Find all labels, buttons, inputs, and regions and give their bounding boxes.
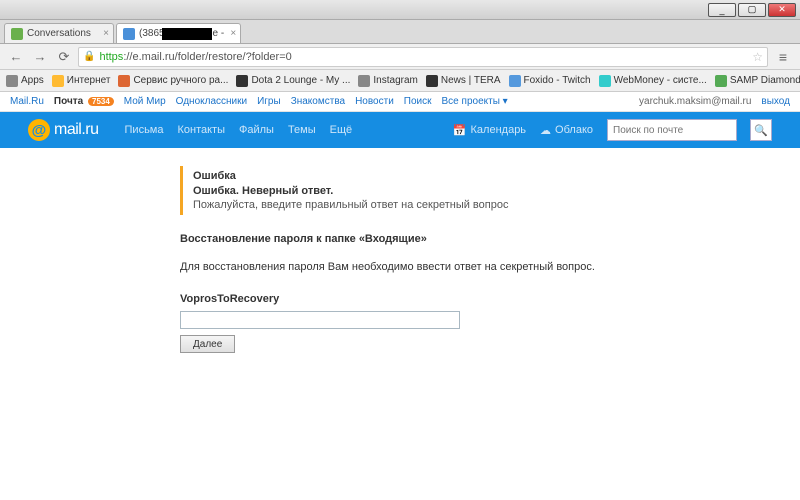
tab-mailru-inbox[interactable]: (3865) Входящие - × [116, 23, 241, 43]
mailru-portal-bar: Mail.Ru Почта 7534 Мой Мир Одноклассники… [0, 92, 800, 112]
nav-cloud[interactable]: ☁Облако [540, 124, 593, 137]
address-bar[interactable]: 🔒 https ://e.mail.ru/folder/restore/?fol… [78, 47, 768, 67]
window-maximize-button[interactable]: ▢ [738, 3, 766, 17]
mail-navbar: @ mail.ru Письма Контакты Файлы Темы Ещё… [0, 112, 800, 148]
at-logo-icon: @ [28, 119, 50, 141]
logout-link[interactable]: выход [761, 96, 790, 107]
nav-calendar[interactable]: 📅Календарь [453, 124, 526, 137]
error-subheading: Ошибка. Неверный ответ. [193, 185, 800, 197]
bookmark-favicon [52, 75, 64, 87]
bookmark-item[interactable]: Dota 2 Lounge - My ... [236, 75, 350, 87]
url-scheme: https [99, 51, 123, 63]
browser-tabs: Conversations × (3865) Входящие - × [0, 20, 800, 44]
recovery-instruction: Для восстановления пароля Вам необходимо… [180, 261, 800, 273]
portal-link[interactable]: Знакомства [291, 96, 345, 107]
portal-link[interactable]: Новости [355, 96, 394, 107]
recovery-heading: Восстановление пароля к папке «Входящие» [180, 233, 800, 245]
window-close-button[interactable]: ✕ [768, 3, 796, 17]
lock-icon: 🔒 [83, 51, 95, 62]
bookmark-favicon [236, 75, 248, 87]
unread-badge: 7534 [88, 97, 114, 106]
bookmark-favicon [715, 75, 727, 87]
apps-icon [6, 75, 18, 87]
browser-toolbar: ← → ⟳ 🔒 https ://e.mail.ru/folder/restor… [0, 44, 800, 70]
bookmark-favicon [509, 75, 521, 87]
forward-button[interactable]: → [30, 47, 50, 67]
tab-close-icon[interactable]: × [230, 28, 236, 39]
bookmark-item[interactable]: SAMP Diamond Rol... [715, 75, 800, 87]
portal-link[interactable]: Mail.Ru [10, 96, 44, 107]
mail-search-box[interactable] [607, 119, 737, 141]
bookmark-favicon [358, 75, 370, 87]
nav-themes[interactable]: Темы [288, 124, 316, 136]
nav-files[interactable]: Файлы [239, 124, 274, 136]
tab-favicon [123, 28, 135, 40]
back-button[interactable]: ← [6, 47, 26, 67]
next-button[interactable]: Далее [180, 335, 235, 353]
bookmarks-bar: Apps Интернет Сервис ручного ра... Dota … [0, 70, 800, 92]
bookmark-item[interactable]: WebMoney - систе... [599, 75, 707, 87]
error-heading: Ошибка [193, 170, 800, 182]
search-icon: 🔍 [754, 124, 768, 137]
mail-search-button[interactable]: 🔍 [750, 119, 772, 141]
mail-search-input[interactable] [613, 125, 731, 136]
reload-button[interactable]: ⟳ [54, 47, 74, 67]
bookmark-item[interactable]: Foxido - Twitch [509, 75, 591, 87]
nav-contacts[interactable]: Контакты [177, 124, 225, 136]
tab-close-icon[interactable]: × [103, 28, 109, 39]
mailru-logo[interactable]: @ mail.ru [28, 119, 99, 141]
portal-link-mail[interactable]: Почта 7534 [54, 96, 114, 107]
calendar-icon: 📅 [453, 124, 467, 137]
tab-conversations[interactable]: Conversations × [4, 23, 114, 43]
tab-label: Conversations [27, 28, 91, 39]
bookmark-item[interactable]: News | TERA [426, 75, 501, 87]
apps-button[interactable]: Apps [6, 75, 44, 87]
tab-favicon [11, 28, 23, 40]
bookmark-star-icon[interactable]: ☆ [752, 50, 763, 64]
redacted-region [162, 28, 212, 40]
bookmark-item[interactable]: Сервис ручного ра... [118, 75, 228, 87]
cloud-icon: ☁ [540, 124, 551, 137]
portal-link[interactable]: Мой Мир [124, 96, 166, 107]
portal-link[interactable]: Поиск [404, 96, 432, 107]
bookmark-favicon [599, 75, 611, 87]
secret-answer-input[interactable] [180, 311, 460, 329]
portal-link[interactable]: Игры [257, 96, 281, 107]
nav-more[interactable]: Ещё [330, 124, 353, 136]
portal-link-all-projects[interactable]: Все проекты ▾ [442, 96, 508, 107]
current-user-email[interactable]: yarchuk.maksim@mail.ru [639, 96, 751, 107]
url-path: ://e.mail.ru/folder/restore/?folder=0 [123, 51, 291, 63]
bookmark-favicon [118, 75, 130, 87]
bookmark-item[interactable]: Интернет [52, 75, 111, 87]
page-content: Ошибка Ошибка. Неверный ответ. Пожалуйст… [0, 148, 800, 353]
error-message: Пожалуйста, введите правильный ответ на … [193, 199, 800, 211]
window-titlebar: _ ▢ ✕ [0, 0, 800, 20]
bookmark-favicon [426, 75, 438, 87]
browser-menu-button[interactable]: ≡ [772, 47, 794, 67]
error-notice: Ошибка Ошибка. Неверный ответ. Пожалуйст… [180, 166, 800, 215]
logo-text: mail.ru [54, 121, 99, 139]
nav-letters[interactable]: Письма [125, 124, 164, 136]
secret-question-label: VoprosToRecovery [180, 293, 800, 305]
portal-link[interactable]: Одноклассники [176, 96, 247, 107]
bookmark-item[interactable]: Instagram [358, 75, 417, 87]
window-minimize-button[interactable]: _ [708, 3, 736, 17]
